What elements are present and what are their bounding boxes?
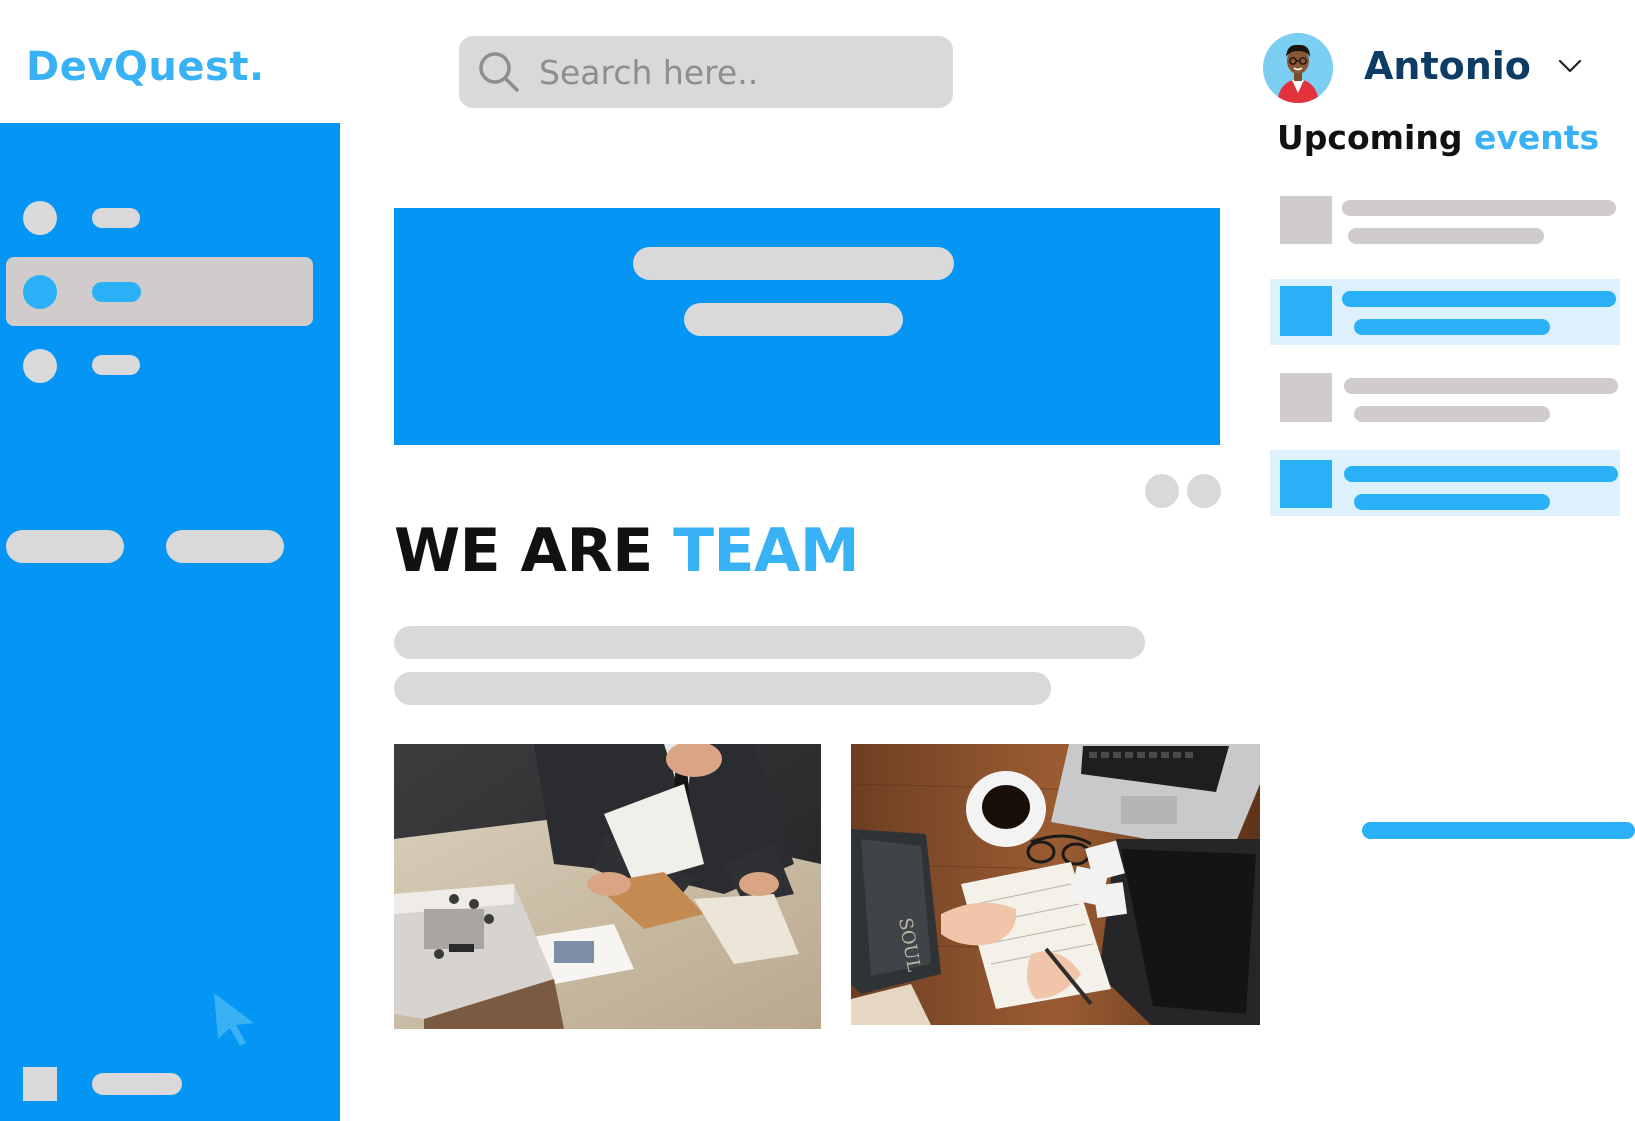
event-thumbnail (1280, 373, 1332, 422)
search-bar[interactable] (459, 36, 953, 108)
banner-title-line (633, 247, 954, 280)
search-input[interactable] (539, 50, 929, 94)
event-subtitle-line (1354, 406, 1550, 422)
event-subtitle-line (1354, 319, 1550, 335)
search-icon (479, 52, 519, 92)
sidebar-item-label (92, 282, 141, 302)
chevron-down-icon[interactable] (1558, 56, 1582, 76)
scrollbar[interactable] (1362, 822, 1635, 839)
sidebar (0, 123, 340, 1121)
event-title-line (1344, 378, 1618, 394)
sidebar-item-label (92, 208, 140, 228)
sidebar-item-icon (23, 201, 57, 235)
text-placeholder-line (394, 672, 1051, 705)
text-placeholder-line (394, 626, 1145, 659)
event-subtitle-line (1348, 228, 1544, 244)
events-title: Upcoming events (1277, 118, 1599, 157)
events-title-main: Upcoming (1277, 118, 1463, 157)
brand-logo[interactable]: DevQuest. (26, 44, 265, 90)
carousel-dot[interactable] (1145, 474, 1179, 508)
avatar[interactable] (1263, 33, 1333, 103)
events-title-accent: events (1473, 118, 1600, 157)
sidebar-item-icon (23, 349, 57, 383)
username[interactable]: Antonio (1364, 44, 1531, 88)
event-title-line (1342, 291, 1616, 307)
heading-accent: TEAM (673, 516, 860, 586)
team-photo-office (394, 744, 821, 1029)
hero-banner[interactable] (394, 208, 1220, 445)
banner-subtitle-line (684, 303, 903, 336)
sidebar-button[interactable] (6, 530, 124, 563)
sidebar-button[interactable] (166, 530, 284, 563)
event-thumbnail (1280, 460, 1332, 508)
event-title-line (1342, 200, 1616, 216)
event-thumbnail (1280, 286, 1332, 336)
sidebar-item-label (92, 355, 140, 375)
cursor-arrow-icon (214, 993, 254, 1046)
event-title-line (1344, 466, 1618, 482)
event-subtitle-line (1354, 494, 1550, 510)
event-thumbnail (1280, 196, 1332, 244)
heading-main: WE ARE (394, 516, 653, 586)
sidebar-footer-label (92, 1073, 182, 1095)
sidebar-item-icon (23, 275, 57, 309)
page-heading: WE ARE TEAM (394, 516, 860, 586)
team-photo-desk: SOUL (851, 744, 1260, 1025)
carousel-dot[interactable] (1187, 474, 1221, 508)
sidebar-footer-icon (23, 1067, 57, 1101)
